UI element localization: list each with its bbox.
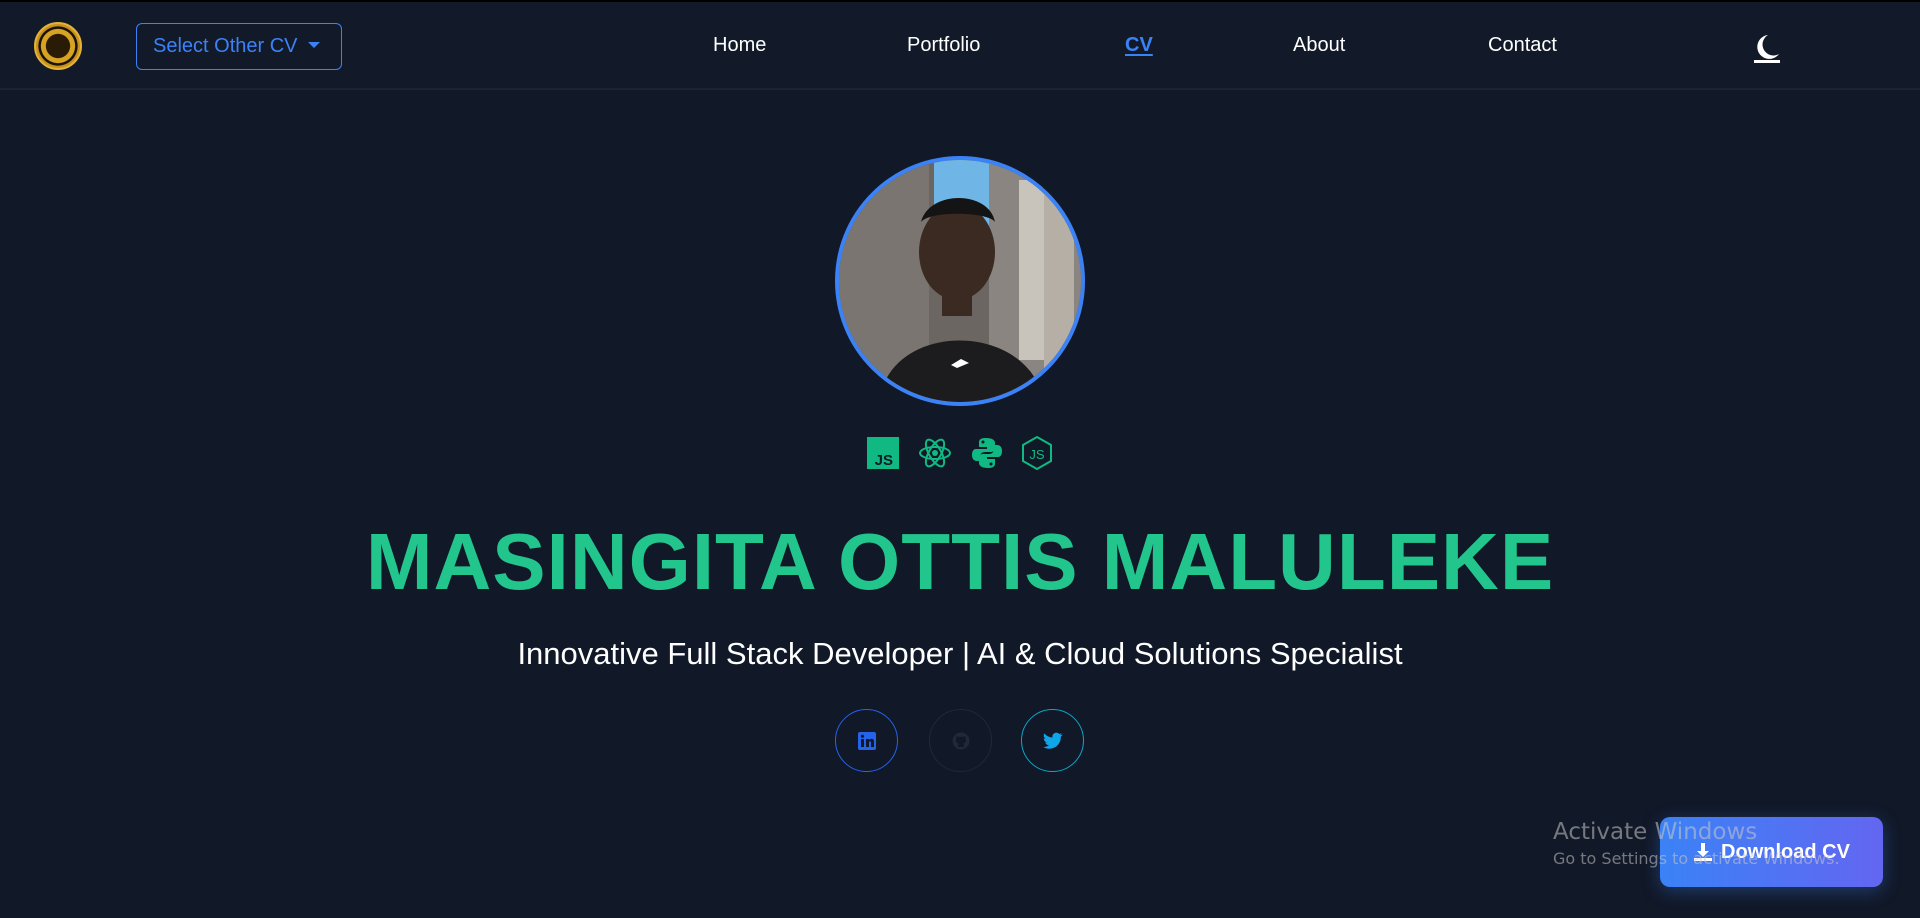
nav-contact[interactable]: Contact [1488,34,1557,57]
download-cv-label: Download CV [1721,840,1850,863]
linkedin-button[interactable] [835,709,898,772]
nav-about[interactable]: About [1293,34,1345,57]
svg-text:JS: JS [1029,447,1045,462]
linkedin-icon [857,731,876,750]
lion-logo-icon[interactable] [34,22,82,70]
navbar: Select Other CV Home Portfolio CV About … [0,2,1920,90]
profile-photo [835,156,1085,406]
twitter-button[interactable] [1021,709,1084,772]
github-icon [952,732,969,749]
nav-portfolio[interactable]: Portfolio [907,34,980,57]
github-button[interactable] [929,709,992,772]
download-icon [1694,843,1713,861]
moon-icon[interactable] [1752,32,1782,64]
python-icon [972,438,1002,468]
javascript-icon: JS [867,437,899,469]
full-name-heading: MASINGITA OTTIS MALULEKE [365,517,1555,606]
download-cv-button[interactable]: Download CV [1660,817,1883,887]
nav-cv[interactable]: CV [1125,34,1153,57]
nav-home[interactable]: Home [713,34,766,57]
tagline: Innovative Full Stack Developer | AI & C… [517,636,1403,671]
select-cv-label: Select Other CV [153,35,298,57]
nodejs-icon: JS [1022,436,1052,470]
twitter-icon [1042,732,1063,749]
svg-text:JS: JS [875,452,893,469]
react-icon [919,438,951,468]
caret-down-icon [307,41,320,48]
select-other-cv-dropdown[interactable]: Select Other CV [136,23,342,70]
